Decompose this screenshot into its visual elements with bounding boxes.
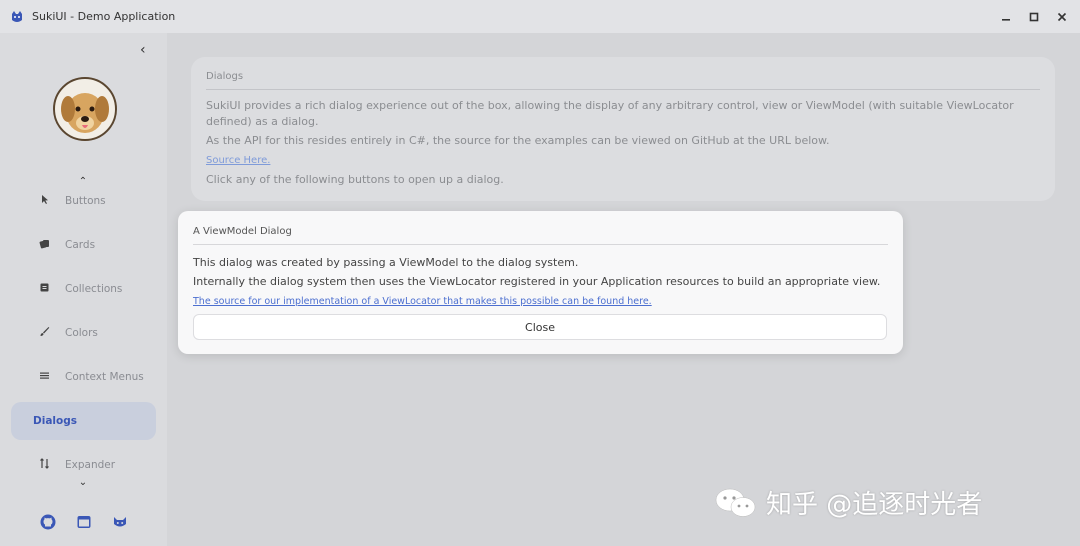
maximize-icon[interactable]: [1022, 8, 1046, 26]
card-title: Dialogs: [206, 71, 1040, 90]
pointer-icon: [37, 194, 51, 208]
collection-icon: [37, 282, 51, 296]
expand-icon: [37, 458, 51, 472]
sidebar-footer: [39, 513, 129, 531]
github-icon[interactable]: [39, 513, 57, 531]
sidebar-item-cards[interactable]: Cards: [11, 226, 156, 264]
card-api-note: As the API for this resides entirely in …: [206, 134, 830, 147]
source-link[interactable]: Source Here.: [206, 155, 270, 166]
wechat-icon: [715, 488, 756, 517]
dog-avatar-icon: [61, 93, 109, 133]
menu-icon: [37, 370, 51, 384]
close-button[interactable]: Close: [193, 314, 887, 340]
scroll-down-icon[interactable]: ⌄: [76, 477, 90, 488]
sidebar: ‹ ⌃ Buttons Cards Collections Colors Con…: [0, 33, 167, 546]
sidebar-item-collections[interactable]: Collections: [11, 270, 156, 308]
card-description: SukiUI provides a rich dialog experience…: [206, 99, 1014, 128]
app-logo-icon: [12, 10, 22, 22]
brush-icon: [37, 326, 51, 340]
cards-icon: [37, 238, 51, 252]
dialog-title: A ViewModel Dialog: [193, 226, 888, 245]
collapse-sidebar-icon[interactable]: ‹: [140, 42, 146, 58]
viewmodel-dialog: A ViewModel Dialog This dialog was creat…: [178, 211, 903, 354]
dialog-text-2: Internally the dialog system then uses t…: [193, 275, 881, 288]
sidebar-item-colors[interactable]: Colors: [11, 314, 156, 352]
dialogs-info-card: Dialogs SukiUI provides a rich dialog ex…: [191, 57, 1055, 201]
watermark-text: 知乎 @追逐时光者: [766, 490, 983, 520]
avatar: [53, 77, 117, 141]
window-title: SukiUI - Demo Application: [32, 10, 176, 23]
window-controls: [994, 8, 1074, 26]
card-instruction: Click any of the following buttons to op…: [206, 173, 504, 186]
title-bar: SukiUI - Demo Application: [0, 0, 1080, 33]
viewlocator-source-link[interactable]: The source for our implementation of a V…: [193, 296, 652, 307]
browser-icon[interactable]: [75, 513, 93, 531]
sidebar-item-dialogs[interactable]: Dialogs: [11, 402, 156, 440]
close-icon[interactable]: [1050, 8, 1074, 26]
sidebar-item-buttons[interactable]: Buttons: [11, 182, 156, 220]
watermark: 知乎 @追逐时光者: [714, 484, 982, 521]
dialog-text-1: This dialog was created by passing a Vie…: [193, 256, 579, 269]
sidebar-item-context-menus[interactable]: Context Menus: [11, 358, 156, 396]
cat-icon[interactable]: [111, 513, 129, 531]
minimize-icon[interactable]: [994, 8, 1018, 26]
